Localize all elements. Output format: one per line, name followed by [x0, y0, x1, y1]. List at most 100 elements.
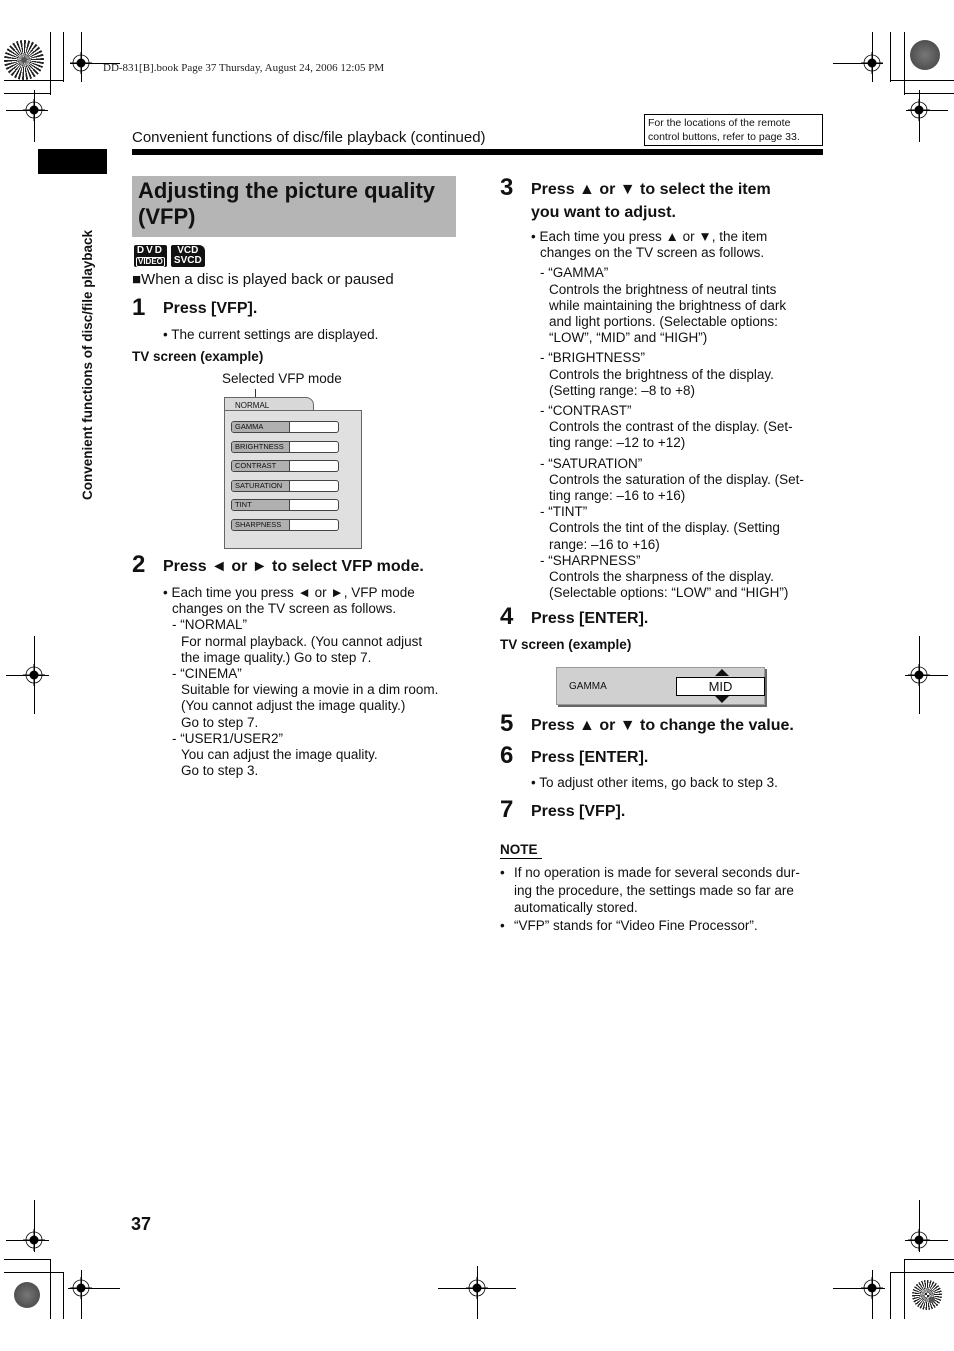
color-bar-disc-icon	[4, 40, 44, 80]
registration-mark-icon	[861, 52, 883, 74]
note-item: • If no operation is made for several se…	[500, 864, 830, 917]
registration-mark-icon	[861, 1277, 883, 1299]
registration-mark-icon	[23, 99, 45, 121]
section-title-line-1: Adjusting the picture quality	[138, 178, 436, 203]
vfp-item-row: TINT	[231, 499, 339, 511]
vfp-item-label: BRIGHTNESS	[232, 442, 290, 452]
step-2-title: Press ◄ or ► to select VFP mode.	[163, 558, 424, 575]
body-line: the image quality.) Go to step 7.	[181, 649, 372, 665]
body-line: • Each time you press ▲ or ▼, the item	[531, 229, 768, 244]
section-title: Adjusting the picture quality (VFP)	[138, 178, 450, 230]
up-arrow-icon	[715, 669, 729, 676]
body-line: while maintaining the brightness of dark	[549, 297, 787, 313]
body-line: - “TINT”	[540, 504, 588, 520]
tv-screen-vfp-menu: NORMAL GAMMA BRIGHTNESS CONTRAST SATURAT…	[224, 397, 362, 549]
note-line: automatically stored.	[514, 900, 638, 915]
step-3-title-line: Press ▲ or ▼ to select the item	[531, 181, 771, 198]
body-line: and light portions. (Selectable options:	[549, 314, 778, 330]
body-line: You can adjust the image quality.	[181, 747, 378, 763]
page-number: 37	[131, 1214, 152, 1234]
body-line: - “GAMMA”	[540, 265, 609, 281]
body-line: Controls the saturation of the display. …	[549, 471, 804, 487]
dvd-video-badge-icon: DVD VIDEO	[134, 245, 167, 267]
running-head: Convenient functions of disc/file playba…	[132, 129, 486, 146]
vcd-svcd-badge-icon: VCD SVCD	[170, 245, 205, 267]
vfp-item-row: GAMMA	[231, 421, 339, 433]
step-1-number: 1	[132, 294, 146, 321]
step-3-number: 3	[500, 174, 514, 201]
step-4-number: 4	[500, 603, 514, 630]
header-rule	[132, 149, 823, 155]
bullet-dot: •	[500, 917, 505, 933]
step-5-number: 5	[500, 710, 514, 737]
down-arrow-icon	[715, 696, 729, 703]
section-title-box: Adjusting the picture quality (VFP)	[132, 176, 456, 237]
disc-type-badges: DVD VIDEO VCD SVCD	[134, 245, 205, 267]
body-line: changes on the TV screen as follows.	[540, 245, 765, 261]
tv-caption: Selected VFP mode	[222, 371, 342, 386]
step-7-number: 7	[500, 796, 514, 823]
note-line: ing the procedure, the settings made so …	[514, 882, 794, 898]
registration-mark-icon	[70, 1277, 92, 1299]
body-line: Go to step 3.	[181, 763, 259, 779]
body-line: - “USER1/USER2”	[172, 730, 284, 746]
registration-mark-icon	[908, 99, 930, 121]
note-item: • “VFP” stands for “Video Fine Processor…	[500, 917, 830, 935]
step-7-title: Press [VFP].	[531, 803, 626, 820]
body-line: Controls the sharpness of the display.	[549, 569, 774, 585]
body-line: Controls the contrast of the display. (S…	[549, 419, 793, 435]
body-line: - “SHARPNESS”	[540, 552, 641, 568]
registration-mark-icon	[70, 52, 92, 74]
step-3-title-line: you want to adjust.	[531, 204, 676, 221]
step-6-bullet: • To adjust other items, go back to step…	[531, 775, 778, 790]
vfp-item-label: SATURATION	[232, 481, 290, 491]
step-4-title: Press [ENTER].	[531, 610, 649, 627]
step-5-title: Press ▲ or ▼ to change the value.	[531, 717, 794, 734]
body-line: (Setting range: –8 to +8)	[549, 382, 695, 398]
body-line: changes on the TV screen as follows.	[172, 601, 397, 617]
body-line: Go to step 7.	[181, 714, 259, 730]
reference-line-1: For the locations of the remote	[648, 117, 791, 129]
note-line: “VFP” stands for “Video Fine Processor”.	[514, 917, 758, 933]
body-line: - “SATURATION”	[540, 455, 643, 471]
adjust-value-box: MID	[676, 677, 765, 696]
body-line: Suitable for viewing a movie in a dim ro…	[181, 682, 439, 698]
color-bar-disc-icon	[912, 1280, 942, 1310]
badge-line-2: SVCD	[173, 255, 202, 266]
vfp-item-label: TINT	[232, 500, 290, 510]
tv-screen-label-1: TV screen (example)	[132, 349, 264, 364]
registration-mark-icon	[908, 1229, 930, 1251]
body-line: range: –16 to +16)	[549, 536, 660, 552]
step-2-body: • Each time you press ◄ or ►, VFP mode c…	[163, 585, 463, 779]
body-line: For normal playback. (You cannot adjust	[181, 633, 423, 649]
step-2-number: 2	[132, 551, 146, 578]
vfp-mode-tab: NORMAL	[224, 397, 314, 411]
vfp-item-label: GAMMA	[232, 422, 290, 432]
side-tab-label: Convenient functions of disc/file playba…	[80, 229, 95, 500]
badge-line-1: DVD	[136, 245, 165, 256]
body-line: ting range: –12 to +12)	[549, 435, 686, 451]
registration-mark-icon	[23, 664, 45, 686]
section-title-line-2: (VFP)	[138, 204, 196, 229]
color-bar-disc-icon	[910, 40, 940, 70]
step-6-number: 6	[500, 742, 514, 769]
color-bar-disc-icon	[14, 1282, 40, 1308]
note-heading: NOTE	[500, 842, 542, 859]
vfp-item-row: SHARPNESS	[231, 519, 339, 531]
adjust-item-label: GAMMA	[569, 681, 607, 692]
reference-line-2: control buttons, refer to page 33.	[648, 131, 800, 143]
bullet-dot: •	[500, 865, 505, 880]
step-3-body: • Each time you press ▲ or ▼, the item c…	[531, 229, 831, 601]
tv-screen-label-2: TV screen (example)	[500, 637, 632, 652]
body-line: Controls the brightness of neutral tints	[549, 281, 777, 297]
step-3-title: Press ▲ or ▼ to select the item you want…	[531, 178, 771, 224]
body-line: Controls the brightness of the display.	[549, 366, 774, 382]
registration-mark-icon	[908, 664, 930, 686]
caption-pointer	[255, 389, 256, 397]
step-1-title: Press [VFP].	[163, 300, 258, 317]
body-line: (You cannot adjust the image quality.)	[181, 698, 406, 714]
body-line: ting range: –16 to +16)	[549, 488, 686, 504]
step-1-bullet: • The current settings are displayed.	[163, 327, 379, 342]
body-line: • Each time you press ◄ or ►, VFP mode	[163, 585, 415, 600]
note-line: If no operation is made for several seco…	[514, 865, 800, 880]
